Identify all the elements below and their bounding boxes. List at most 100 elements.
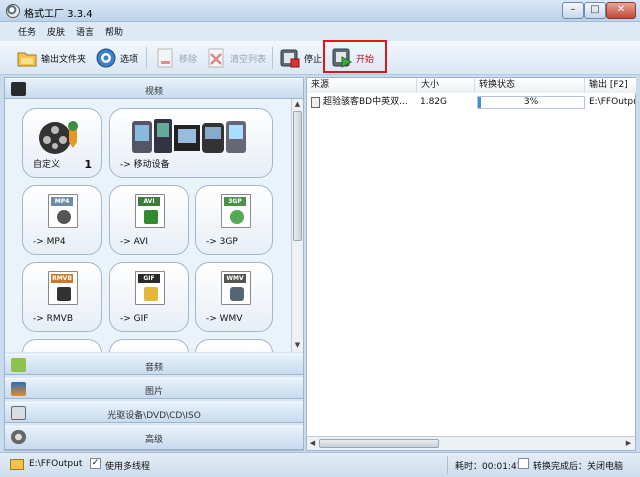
clear-list-button[interactable]: 清空列表 xyxy=(205,45,266,71)
remove-label: 移除 xyxy=(179,54,198,65)
title-bar: 格式工厂 3.3.4 – □ ✕ xyxy=(0,0,640,22)
gear-icon xyxy=(95,47,117,69)
maximize-button[interactable]: □ xyxy=(584,2,606,19)
mp4-tag: MP4 xyxy=(51,197,73,206)
column-output[interactable]: 输出 [F2] xyxy=(585,78,637,93)
tile-rmvb[interactable]: RMVB -> RMVB xyxy=(22,262,102,332)
options-label: 选项 xyxy=(120,54,139,65)
folder-icon xyxy=(16,47,38,69)
rmvb-file-icon: RMVB xyxy=(48,271,78,305)
tile-mobile-device[interactable]: -> 移动设备 xyxy=(109,108,273,178)
scroll-thumb[interactable] xyxy=(293,111,302,241)
3gp-tag: 3GP xyxy=(224,197,246,206)
h-scroll-thumb[interactable] xyxy=(319,439,439,448)
video-scrollbar[interactable]: ▲ ▼ xyxy=(291,99,303,352)
category-rom-label: 光驱设备\DVD\CD\ISO xyxy=(107,411,201,421)
close-button[interactable]: ✕ xyxy=(606,2,636,19)
custom-badge: 1 xyxy=(84,158,92,171)
tile-avi-label: -> AVI xyxy=(120,237,149,247)
menu-task[interactable]: 任务 xyxy=(18,25,36,38)
scroll-up-icon[interactable]: ▲ xyxy=(292,99,303,110)
gif-tag: GIF xyxy=(138,274,160,283)
clear-list-label: 清空列表 xyxy=(230,54,267,65)
menu-help[interactable]: 帮助 xyxy=(105,25,123,38)
tile-avi[interactable]: AVI -> AVI xyxy=(109,185,189,255)
output-folder-label: 输出文件夹 xyxy=(41,54,87,65)
tile-gif[interactable]: GIF -> GIF xyxy=(109,262,189,332)
row-size: 1.82G xyxy=(420,97,448,107)
tile-wmv-label: -> WMV xyxy=(206,314,243,324)
tile-3gp[interactable]: 3GP -> 3GP xyxy=(195,185,273,255)
shutdown-checkbox[interactable] xyxy=(518,458,529,469)
start-button-highlight xyxy=(323,40,387,73)
column-status[interactable]: 转换状态 xyxy=(475,78,585,93)
remove-button[interactable]: 移除 xyxy=(154,45,197,71)
scroll-right-icon[interactable]: ▶ xyxy=(623,438,634,449)
gif-file-icon: GIF xyxy=(135,271,165,305)
category-audio[interactable]: 音频 xyxy=(5,354,303,375)
category-image[interactable]: 图片 xyxy=(5,378,303,399)
multithread-checkbox[interactable]: ✓ xyxy=(90,458,101,469)
tile-gif-label: -> GIF xyxy=(120,314,149,324)
row-output: E:\FFOutput xyxy=(589,97,635,107)
toolbar-divider xyxy=(146,47,147,69)
column-size[interactable]: 大小 xyxy=(417,78,475,93)
folder-icon xyxy=(10,459,24,470)
avi-tag: AVI xyxy=(138,197,160,206)
minimize-button[interactable]: – xyxy=(562,2,584,19)
menu-skin[interactable]: 皮肤 xyxy=(47,25,65,38)
tile-mp4-label: -> MP4 xyxy=(33,237,66,247)
tile-custom[interactable]: 自定义 1 xyxy=(22,108,102,178)
menu-language[interactable]: 语言 xyxy=(76,25,94,38)
film-reel-icon xyxy=(37,118,81,158)
output-path[interactable]: E:\FFOutput xyxy=(29,459,82,469)
rmvb-glyph xyxy=(57,287,71,301)
app-icon xyxy=(6,4,20,18)
tile-partial[interactable] xyxy=(195,339,273,352)
video-file-icon xyxy=(311,97,320,108)
mp4-file-icon: MP4 xyxy=(48,194,78,228)
category-rom-device[interactable]: 光驱设备\DVD\CD\ISO xyxy=(5,402,303,423)
stop-button[interactable]: 停止 xyxy=(279,45,322,71)
output-folder-button[interactable]: 输出文件夹 xyxy=(16,45,86,71)
tile-rmvb-label: -> RMVB xyxy=(33,314,73,324)
category-panel: 视频 自定义 1 -> 移动设备 MP4 -> MP4 AVI -> AVI 3… xyxy=(4,77,304,451)
options-button[interactable]: 选项 xyxy=(95,45,138,71)
column-source[interactable]: 来源 xyxy=(307,78,417,93)
category-image-label: 图片 xyxy=(144,387,163,397)
task-list: 来源 大小 转换状态 输出 [F2] 超验骇客BD中英双... 1.82G 3%… xyxy=(306,77,637,451)
stop-label: 停止 xyxy=(304,54,323,65)
category-video-label: 视频 xyxy=(144,87,163,97)
stop-icon xyxy=(279,47,301,69)
toolbar: 输出文件夹 选项 移除 清空列表 停止 开始 xyxy=(0,41,640,75)
film-glyph xyxy=(144,210,158,224)
tile-wmv[interactable]: WMV -> WMV xyxy=(195,262,273,332)
tile-mp4[interactable]: MP4 -> MP4 xyxy=(22,185,102,255)
mobile-devices-icon xyxy=(130,115,250,157)
category-audio-label: 音频 xyxy=(144,363,163,373)
window-title: 格式工厂 3.3.4 xyxy=(24,9,93,20)
scroll-left-icon[interactable]: ◀ xyxy=(307,438,318,449)
remove-file-icon xyxy=(154,47,176,69)
tile-3gp-label: -> 3GP xyxy=(206,237,238,247)
shutdown-label: 转换完成后：关闭电脑 xyxy=(533,462,624,472)
video-format-grid: 自定义 1 -> 移动设备 MP4 -> MP4 AVI -> AVI 3GP … xyxy=(5,99,291,352)
camera-glyph xyxy=(230,287,244,301)
elapsed-time: 耗时：00:01:47 xyxy=(455,462,523,472)
category-advanced-label: 高级 xyxy=(144,435,163,445)
rmvb-tag: RMVB xyxy=(51,274,73,283)
category-advanced[interactable]: 高级 xyxy=(5,426,303,450)
scroll-down-icon[interactable]: ▼ xyxy=(292,340,303,351)
reel-glyph xyxy=(57,210,71,224)
avi-file-icon: AVI xyxy=(135,194,165,228)
task-list-header: 来源 大小 转换状态 输出 [F2] xyxy=(307,78,637,93)
progress-bar: 3% xyxy=(477,96,585,109)
image-glyph xyxy=(144,287,158,301)
3gp-file-icon: 3GP xyxy=(221,194,251,228)
tile-mobile-device-label: -> 移动设备 xyxy=(120,160,170,170)
category-video[interactable]: 视频 xyxy=(5,78,303,99)
progress-text: 3% xyxy=(523,97,539,107)
tile-partial[interactable] xyxy=(109,339,189,352)
horizontal-scrollbar[interactable]: ◀ ▶ xyxy=(307,436,635,450)
tile-partial[interactable] xyxy=(22,339,102,352)
